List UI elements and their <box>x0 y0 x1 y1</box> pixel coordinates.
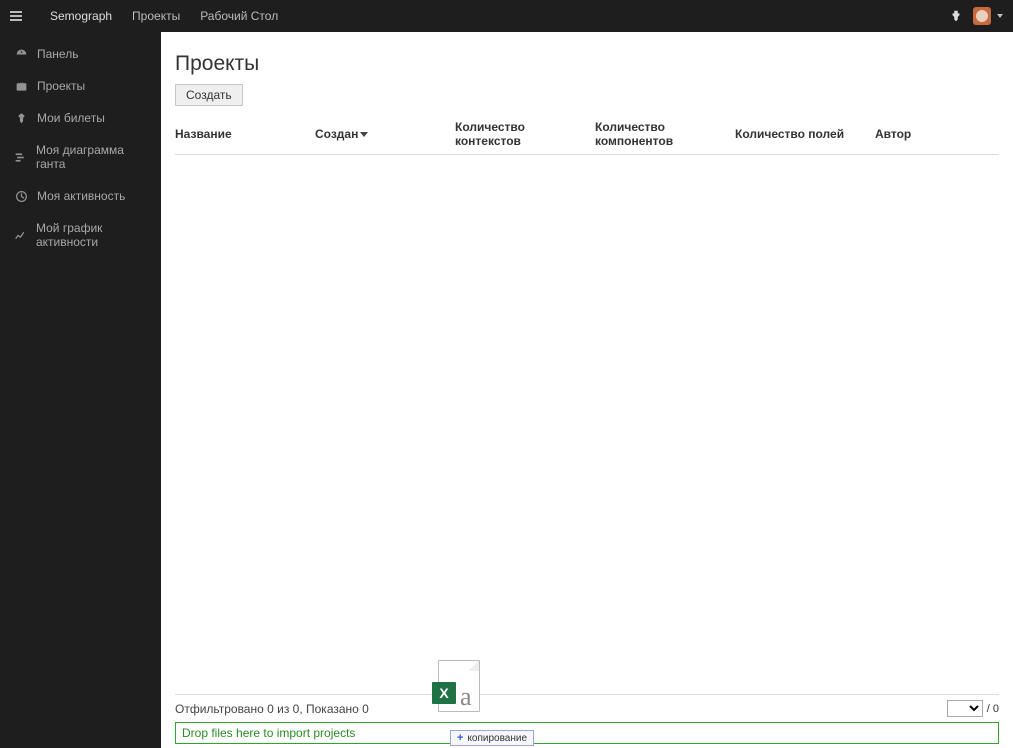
nav-link-desktop[interactable]: Рабочий Стол <box>190 9 288 23</box>
navbar: Semograph Проекты Рабочий Стол <box>0 0 1013 32</box>
dashboard-icon <box>14 47 28 61</box>
sidebar-item-panel[interactable]: Панель <box>0 38 161 70</box>
table-footer: Отфильтровано 0 из 0, Показано 0 / 0 <box>175 694 999 720</box>
plug-icon[interactable] <box>949 9 963 23</box>
sidebar-item-label: Мои билеты <box>37 111 105 125</box>
col-contexts[interactable]: Количество контекстов <box>455 114 595 155</box>
sidebar-item-tickets[interactable]: Мои билеты <box>0 102 161 134</box>
menu-toggle-icon[interactable] <box>10 8 26 24</box>
sidebar-item-activity[interactable]: Моя активность <box>0 180 161 212</box>
sidebar-item-label: Панель <box>37 47 78 61</box>
col-name[interactable]: Название <box>175 114 315 155</box>
col-created[interactable]: Создан <box>315 114 455 155</box>
brand-link[interactable]: Semograph <box>40 9 122 23</box>
sidebar-item-label: Моя активность <box>37 189 125 203</box>
nav-link-projects[interactable]: Проекты <box>122 9 190 23</box>
col-author[interactable]: Автор <box>875 114 999 155</box>
avatar <box>973 7 991 25</box>
sidebar-item-gantt[interactable]: Моя диаграмма ганта <box>0 134 161 180</box>
dropzone[interactable]: Drop files here to import projects <box>175 722 999 744</box>
sidebar-item-label: Проекты <box>37 79 85 93</box>
sidebar: Панель Проекты Мои билеты Моя диаграмма … <box>0 32 161 748</box>
gantt-icon <box>14 150 27 164</box>
pager: / 0 <box>947 700 999 717</box>
page-title: Проекты <box>175 52 999 76</box>
sidebar-item-label: Мой график активности <box>36 221 147 249</box>
page-select[interactable] <box>947 700 983 717</box>
projects-table: Название Создан Количество контекстов Ко… <box>175 114 999 155</box>
chart-icon <box>14 228 27 242</box>
col-components[interactable]: Количество компонентов <box>595 114 735 155</box>
page-total: / 0 <box>987 703 999 715</box>
col-fields[interactable]: Количество полей <box>735 114 875 155</box>
clock-icon <box>14 189 28 203</box>
user-menu[interactable] <box>973 7 1003 25</box>
sidebar-item-projects[interactable]: Проекты <box>0 70 161 102</box>
briefcase-icon <box>14 79 28 93</box>
create-button[interactable]: Создать <box>175 84 243 106</box>
sort-desc-icon <box>358 127 368 141</box>
pin-icon <box>14 111 28 125</box>
content: Проекты Создать Название Создан Количест… <box>161 32 1013 748</box>
sidebar-item-activity-chart[interactable]: Мой график активности <box>0 212 161 258</box>
filter-status: Отфильтровано 0 из 0, Показано 0 <box>175 702 369 716</box>
sidebar-item-label: Моя диаграмма ганта <box>36 143 147 171</box>
